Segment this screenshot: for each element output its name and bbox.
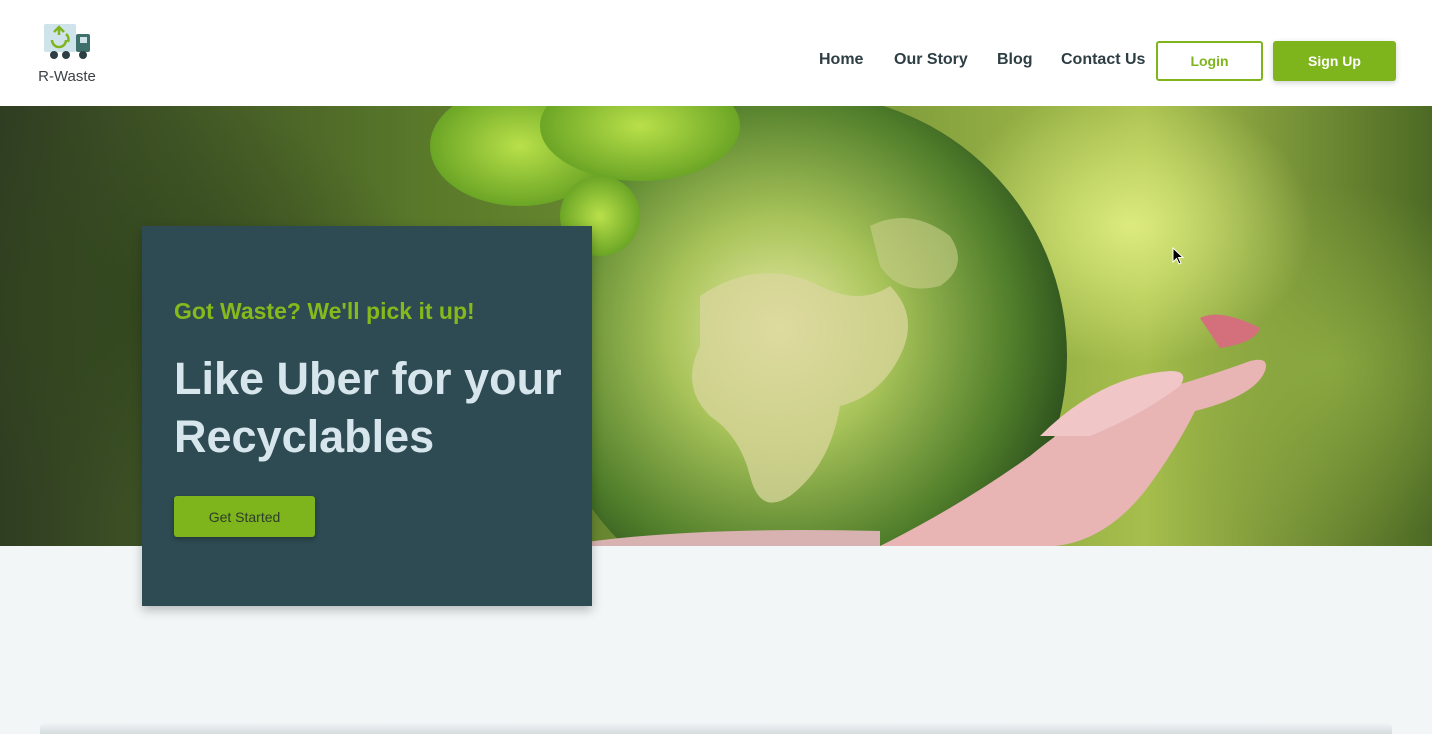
- site-header: R-Waste Home Our Story Blog Contact Us L…: [0, 0, 1432, 106]
- brand-logo[interactable]: R-Waste: [30, 18, 104, 85]
- get-started-button[interactable]: Get Started: [174, 496, 315, 537]
- login-button[interactable]: Login: [1156, 41, 1263, 81]
- signup-button[interactable]: Sign Up: [1273, 41, 1396, 81]
- hero-card: Got Waste? We'll pick it up! Like Uber f…: [142, 226, 592, 606]
- nav-blog[interactable]: Blog: [997, 51, 1033, 69]
- nav-our-story[interactable]: Our Story: [894, 51, 968, 69]
- mouse-cursor-icon: [1172, 247, 1184, 265]
- nav-contact-us[interactable]: Contact Us: [1061, 51, 1145, 69]
- hero-title: Like Uber for your Recyclables: [174, 353, 562, 462]
- recycle-truck-icon: [44, 24, 90, 59]
- brand-name: R-Waste: [38, 68, 96, 85]
- section-card-shadow: [40, 722, 1392, 734]
- nav-home[interactable]: Home: [819, 51, 863, 69]
- hero-tagline: Got Waste? We'll pick it up!: [174, 298, 475, 324]
